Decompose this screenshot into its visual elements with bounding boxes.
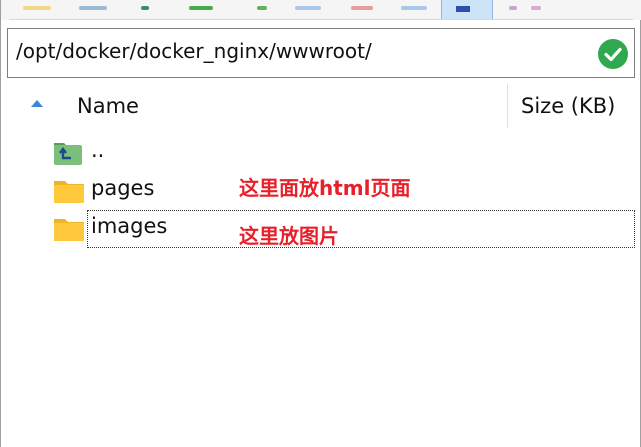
list-item-label: pages: [91, 176, 155, 200]
column-header-size[interactable]: Size (KB): [521, 94, 615, 118]
toolbar-button[interactable]: [79, 6, 107, 10]
list-header: Name Size (KB): [7, 84, 635, 128]
toolbar-button[interactable]: [257, 6, 267, 10]
toolbar-button[interactable]: [401, 6, 427, 10]
toolbar-button[interactable]: [23, 6, 51, 10]
checkmark-circle-icon[interactable]: [598, 39, 628, 69]
toolbar-button[interactable]: [351, 6, 373, 10]
path-text: /opt/docker/docker_nginx/wwwroot/: [16, 39, 372, 63]
parent-folder-icon: [53, 140, 85, 166]
column-divider[interactable]: [507, 84, 508, 128]
annotation-pages: 这里面放html页面: [239, 176, 411, 200]
path-input[interactable]: /opt/docker/docker_nginx/wwwroot/: [7, 28, 635, 78]
folder-icon: [53, 178, 85, 204]
toolbar-divider: [9, 19, 633, 20]
list-item-label: ..: [91, 138, 105, 162]
column-header-name[interactable]: Name: [77, 94, 139, 118]
focus-outline: [87, 210, 635, 248]
toolbar-button[interactable]: [531, 6, 541, 10]
file-browser-panel: /opt/docker/docker_nginx/wwwroot/ Name S…: [0, 0, 641, 447]
toolbar-button[interactable]: [141, 6, 149, 10]
view-icon: [456, 6, 470, 12]
toolbar-button[interactable]: [189, 6, 213, 10]
toolbar: [1, 0, 641, 20]
toolbar-button[interactable]: [295, 6, 321, 10]
sort-ascending-icon[interactable]: [31, 100, 43, 107]
toolbar-button-active[interactable]: [441, 0, 493, 20]
annotation-images: 这里放图片: [239, 224, 339, 248]
folder-icon: [53, 216, 85, 242]
toolbar-button[interactable]: [509, 6, 517, 10]
list-item[interactable]: ..: [1, 134, 641, 172]
